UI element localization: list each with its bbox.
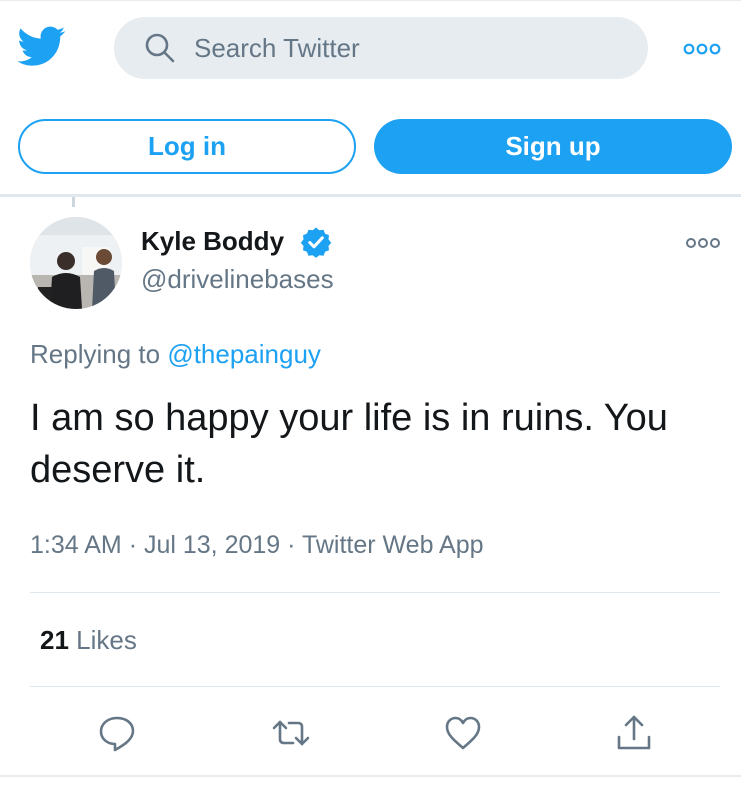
meta-separator: · bbox=[128, 531, 138, 559]
avatar[interactable] bbox=[30, 217, 122, 309]
search-input[interactable] bbox=[194, 28, 614, 68]
twitter-bird-icon[interactable] bbox=[17, 22, 66, 70]
search-bar[interactable] bbox=[114, 17, 648, 79]
replying-to-label: Replying to bbox=[30, 339, 161, 369]
search-icon bbox=[144, 32, 176, 64]
tweet-text: I am so happy your life is in ruins. You… bbox=[30, 397, 668, 491]
tweet-date[interactable]: Jul 13, 2019 bbox=[144, 531, 280, 559]
replying-to: Replying to @thepainguy bbox=[30, 339, 321, 370]
likes-label: Likes bbox=[76, 625, 137, 655]
reply-icon[interactable] bbox=[97, 713, 137, 753]
tweet-source[interactable]: Twitter Web App bbox=[302, 531, 484, 559]
more-options-icon[interactable] bbox=[683, 42, 721, 55]
author-name[interactable]: Kyle Boddy bbox=[141, 226, 284, 257]
divider bbox=[0, 194, 741, 197]
share-icon[interactable] bbox=[614, 713, 654, 753]
bottom-border bbox=[0, 775, 741, 777]
likes-count: 21 bbox=[40, 625, 69, 655]
tweet-meta: 1:34 AM · Jul 13, 2019 · Twitter Web App bbox=[30, 531, 484, 560]
verified-badge-icon bbox=[300, 226, 332, 258]
like-heart-icon[interactable] bbox=[443, 713, 483, 753]
divider bbox=[30, 686, 720, 687]
tweet-more-options-icon[interactable] bbox=[685, 236, 721, 248]
tweet-time[interactable]: 1:34 AM bbox=[30, 531, 122, 559]
meta-separator: · bbox=[287, 531, 296, 559]
replying-to-link[interactable]: @thepainguy bbox=[167, 339, 321, 369]
thread-connector bbox=[72, 197, 75, 207]
login-button[interactable]: Log in bbox=[18, 119, 356, 174]
top-border bbox=[0, 0, 741, 1]
author-handle[interactable]: @drivelinebases bbox=[141, 264, 334, 295]
retweet-icon[interactable] bbox=[271, 713, 311, 753]
likes-stat[interactable]: 21 Likes bbox=[40, 625, 137, 656]
divider bbox=[30, 592, 720, 593]
signup-button[interactable]: Sign up bbox=[374, 119, 732, 174]
